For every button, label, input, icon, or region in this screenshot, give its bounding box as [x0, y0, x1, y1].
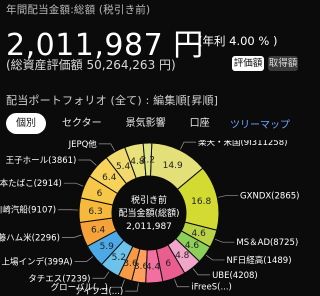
- dividend-donut-chart: 14.9 楽天・米国(9I311258) 16.8 GXNDX(2865) 4.6 MS＆…: [0, 140, 299, 296]
- slice-leader-line: [218, 195, 239, 198]
- slice-value-label: 4.8: [175, 251, 190, 261]
- slice-name-label: MS＆AD(8725): [236, 238, 298, 248]
- slice-name-label: UBE(4208): [212, 271, 258, 281]
- slice-value-label: 5.4: [116, 162, 131, 172]
- slice-leader-line: [174, 279, 190, 288]
- chart-center-label-1: 税引き前: [131, 194, 167, 206]
- slice-value-label: 2.2: [141, 156, 155, 166]
- slice-value-label: 5.2: [112, 253, 126, 263]
- slice-value-label: 6.4: [91, 226, 106, 236]
- slice-leader-line: [192, 268, 211, 276]
- tab-economic-impact[interactable]: 景気影響: [118, 113, 174, 134]
- slice-name-label: 伊藤ハム米(2296): [0, 232, 60, 243]
- portfolio-section-title: 配当ポートフォリオ (全て) : 編集順[昇順]: [6, 94, 219, 107]
- tab-sector[interactable]: セクター: [54, 113, 110, 134]
- slice-name-label: 王子ホール(3861): [6, 156, 77, 166]
- chart-center-label-2: 配当金額(総額): [118, 207, 179, 219]
- slice-leader-line: [78, 159, 97, 166]
- slice-name-label: 川崎汽船(9107): [0, 205, 56, 216]
- slice-name-label: NF日経高(1489): [227, 255, 292, 266]
- slice-value-label: 6: [97, 189, 103, 199]
- slice-value-label: 14.9: [163, 161, 183, 171]
- slice-name-label: 日本たばこ(2914): [0, 178, 62, 189]
- total-asset-value: (総資産評価額 50,264,263 円): [6, 58, 176, 72]
- tab-account[interactable]: 口座: [182, 113, 218, 134]
- slice-leader-line: [125, 283, 139, 292]
- slice-value-label: 4.6: [185, 241, 200, 251]
- slice-value-label: 4.6: [192, 229, 207, 239]
- slice-value-label: 6: [165, 259, 171, 269]
- slice-value-label: 16.8: [191, 197, 211, 207]
- slice-leader-line: [109, 279, 125, 288]
- slice-leader-line: [214, 238, 235, 243]
- annual-yield: (年利 4.00 % ): [198, 34, 278, 48]
- slice-leader-line: [63, 182, 84, 187]
- slice-leader-line: [74, 256, 94, 262]
- slice-value-label: 6.3: [88, 207, 102, 217]
- slice-value-label: 5.9: [100, 242, 115, 252]
- slice-name-label: iFreeS(...): [191, 283, 232, 293]
- basis-valuation-button[interactable]: 評価額: [232, 56, 264, 71]
- slice-leader-line: [205, 254, 225, 261]
- slice-name-label: GXNDX(2865): [240, 192, 299, 202]
- slice-name-label: タチエス(7239): [28, 274, 90, 284]
- slice-name-label: 上場インデ(399A): [1, 256, 72, 267]
- chart-center-value: 2,011,987: [126, 222, 172, 232]
- header-label: 年間配当金額:総額 (税引き前): [6, 4, 151, 16]
- slice-leader-line: [92, 271, 110, 279]
- tab-individual[interactable]: 個別: [6, 113, 46, 134]
- slice-name-label: 楽天・米国(9I311258): [198, 140, 288, 148]
- slice-leader-line: [180, 141, 196, 150]
- slice-leader-line: [98, 143, 115, 152]
- treemap-link[interactable]: ツリーマップ: [230, 116, 290, 131]
- slice-name-label: JEPQ他: [68, 140, 98, 150]
- basis-cost-button[interactable]: 取得額: [268, 56, 298, 71]
- slice-leader-line: [61, 234, 82, 238]
- slice-value-label: 6.4: [102, 173, 117, 183]
- portfolio-tabs: 個別 セクター 景気影響 口座: [6, 112, 226, 135]
